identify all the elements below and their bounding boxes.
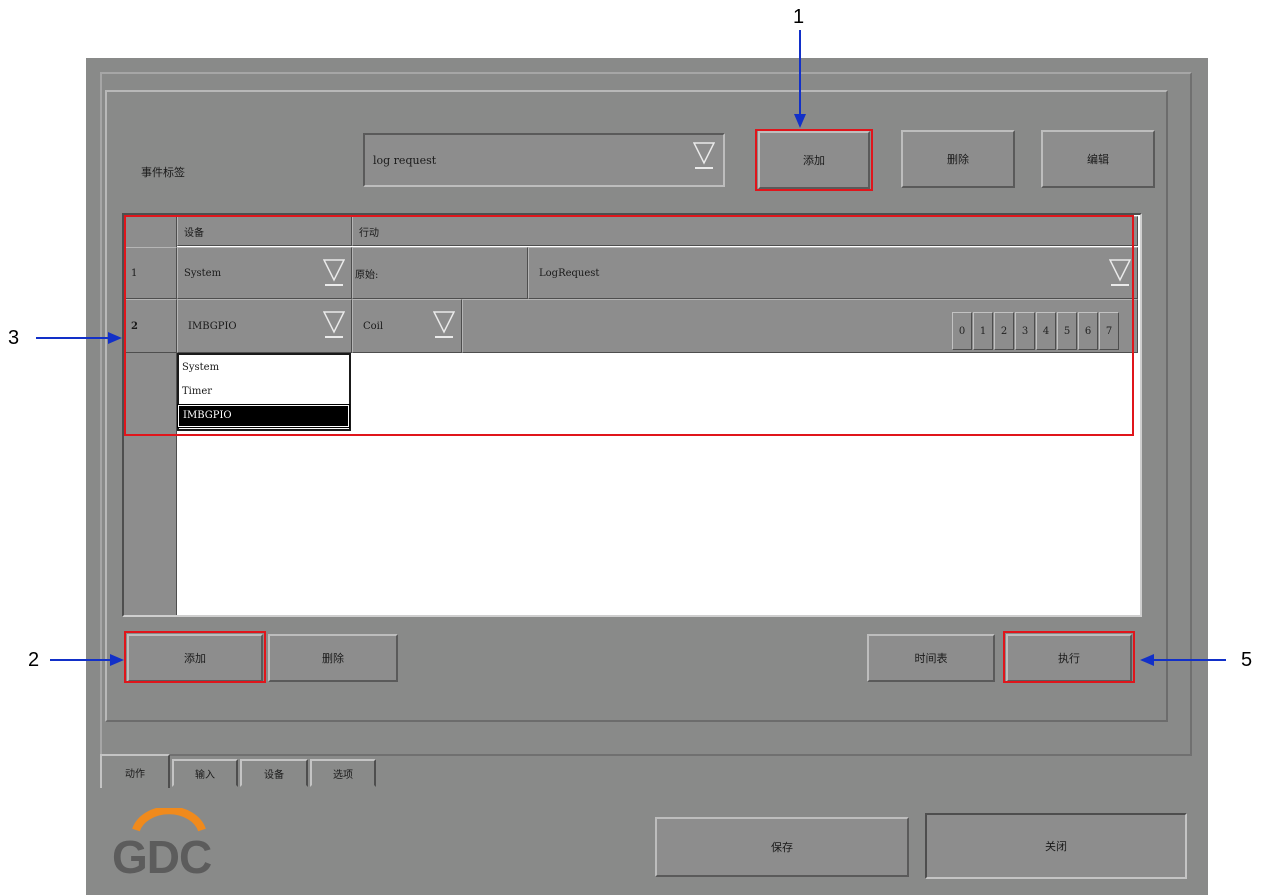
tab-devices[interactable]: 设备: [240, 759, 308, 787]
save-button[interactable]: 保存: [655, 817, 909, 877]
callout-label-5: 5: [1241, 649, 1253, 671]
close-button[interactable]: 关闭: [925, 813, 1187, 879]
highlight-box-5: [1003, 631, 1135, 683]
delete-row-button[interactable]: 删除: [268, 634, 398, 682]
highlight-box-3: [124, 215, 1134, 436]
schedule-button[interactable]: 时间表: [867, 634, 995, 682]
logo-text: GDC: [112, 831, 212, 883]
callout-arrow-2-icon: [50, 654, 124, 666]
callout-arrow-5-icon: [1140, 654, 1226, 666]
tab-input[interactable]: 输入: [172, 759, 238, 787]
highlight-box-2: [124, 631, 266, 683]
dropdown-arrow-icon: [693, 142, 715, 169]
callout-arrow-1-icon: [794, 30, 806, 128]
tab-options[interactable]: 选项: [310, 759, 376, 787]
callout-label-1: 1: [793, 6, 805, 28]
edit-event-button[interactable]: 编辑: [1041, 130, 1155, 188]
callout-label-3: 3: [8, 327, 20, 349]
tab-actions[interactable]: 动作: [100, 754, 170, 788]
callout-label-2: 2: [28, 649, 40, 671]
event-label: 事件标签: [141, 166, 185, 179]
gdc-logo: GDC: [106, 806, 234, 888]
highlight-box-1: [755, 129, 873, 191]
event-dropdown[interactable]: log request: [363, 133, 725, 187]
event-dropdown-value: log request: [373, 153, 437, 167]
callout-arrow-3-icon: [36, 332, 122, 344]
delete-event-button[interactable]: 删除: [901, 130, 1015, 188]
